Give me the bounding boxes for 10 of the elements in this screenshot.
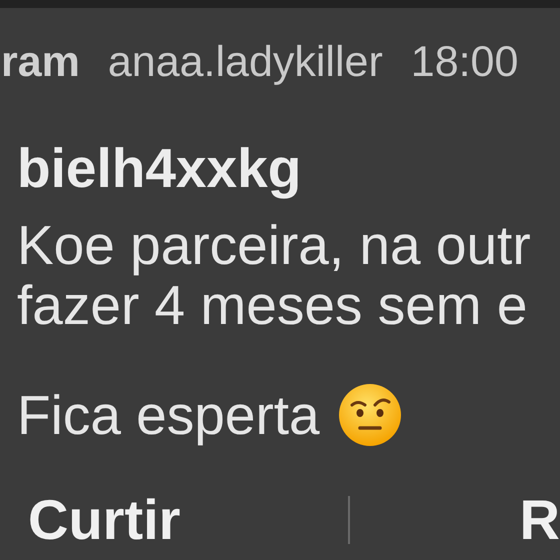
message-text: Fica esperta: [17, 385, 320, 445]
action-button[interactable]: Curtir: [28, 488, 180, 552]
timestamp: 18:00: [410, 37, 518, 88]
account-name: anaa.ladykiller: [108, 37, 383, 88]
sender-name: bielh4xxkg: [17, 136, 302, 200]
raised-eyebrow-emoji-icon: [338, 383, 402, 447]
app-name: ram: [1, 37, 80, 88]
message-text: fazer 4 meses sem e: [17, 275, 528, 335]
action-button[interactable]: R: [520, 488, 560, 552]
message-text: Koe parceira, na outr: [17, 215, 531, 275]
